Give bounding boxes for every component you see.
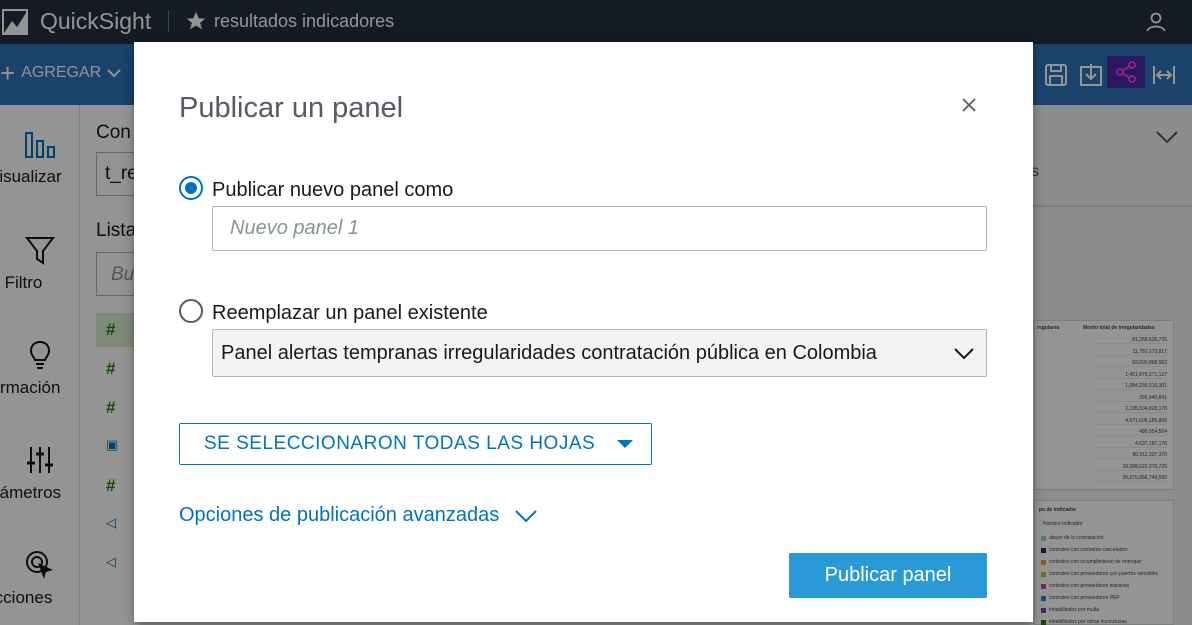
radio-replace-existing-label[interactable]: Reemplazar un panel existente (212, 302, 488, 325)
dialog-title: Publicar un panel (179, 92, 404, 124)
chevron-down-icon (954, 348, 974, 360)
publish-dashboard-button[interactable]: Publicar panel (789, 553, 987, 598)
radio-replace-existing[interactable] (179, 299, 203, 323)
sheets-selection-label: SE SELECCIONARON TODAS LAS HOJAS (204, 433, 596, 454)
publish-dashboard-dialog: Publicar un panel Publicar nuevo panel c… (134, 42, 1033, 622)
existing-panel-selected: Panel alertas tempranas irregularidades … (221, 342, 877, 364)
close-icon[interactable] (959, 95, 979, 115)
advanced-options-label: Opciones de publicación avanzadas (179, 504, 500, 526)
existing-panel-select[interactable]: Panel alertas tempranas irregularidades … (212, 329, 987, 377)
new-panel-name-input[interactable] (212, 206, 987, 251)
radio-publish-new[interactable] (179, 176, 203, 200)
caret-down-icon (617, 440, 633, 448)
chevron-down-icon (515, 509, 537, 522)
sheets-selection-button[interactable]: SE SELECCIONARON TODAS LAS HOJAS (179, 423, 652, 465)
radio-publish-new-label[interactable]: Publicar nuevo panel como (212, 179, 453, 202)
advanced-options-toggle[interactable]: Opciones de publicación avanzadas (179, 504, 537, 527)
